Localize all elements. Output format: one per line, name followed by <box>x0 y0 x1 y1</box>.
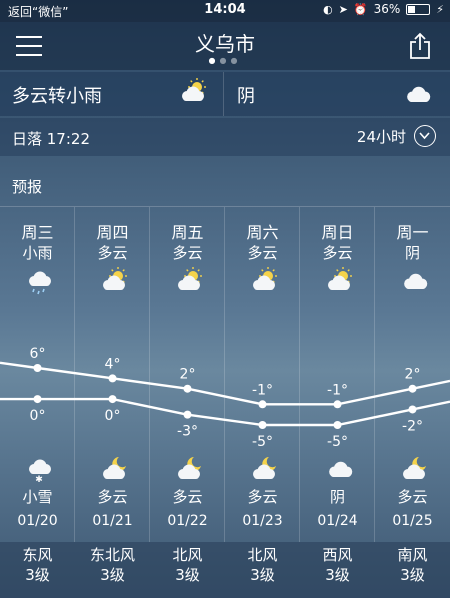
forecast-date: 01/22 <box>167 513 208 529</box>
page-indicator[interactable]: ●●● <box>0 56 450 65</box>
low-temp-point <box>408 405 417 414</box>
hourly-toggle-button[interactable]: 24小时 <box>357 125 436 147</box>
share-icon <box>410 32 430 59</box>
low-temp-line <box>0 397 450 427</box>
city-title: 义乌市 <box>195 32 255 56</box>
sun-info-row: 日落 17:22 24小时 <box>0 118 450 156</box>
forecast-night-weather: 多云 <box>247 488 278 506</box>
low-temp-label: -2° <box>402 418 423 434</box>
forecast-date: 01/20 <box>17 513 58 529</box>
low-temp-point <box>33 395 42 404</box>
battery-icon <box>406 3 431 15</box>
forecast-wind-level: 3级 <box>100 566 125 584</box>
sunset-time: 日落 17:22 <box>12 130 90 148</box>
location-arrow-icon: ➤ <box>338 2 348 16</box>
partly-cloudy-night-icon <box>399 455 429 487</box>
forecast-wind-direction: 南风 <box>397 546 428 564</box>
forecast-wind-level: 3级 <box>400 566 425 584</box>
forecast-wind-direction: 东北风 <box>89 546 135 564</box>
low-temp-label: 0° <box>30 408 46 424</box>
page-dot-active: ● <box>208 56 220 65</box>
high-temp-label: 6° <box>30 346 46 362</box>
forecast-date: 01/23 <box>242 513 283 529</box>
partly-cloudy-icon <box>178 78 208 110</box>
forecast-night-weather: 阴 <box>329 488 345 506</box>
forecast-date: 01/21 <box>92 513 133 529</box>
high-temp-label: 2° <box>405 367 421 383</box>
forecast-wind-direction: 北风 <box>172 546 203 564</box>
chevron-down-icon <box>414 125 436 147</box>
high-temp-point <box>258 400 267 409</box>
battery-percentage: 36% <box>373 2 401 16</box>
nav-bar: 义乌市 ●●● <box>0 22 450 70</box>
high-temp-point <box>183 384 192 393</box>
today-day-panel: 多云转小雨 <box>0 72 224 116</box>
partly-cloudy-night-icon <box>249 455 279 487</box>
forecast-wind-level: 3级 <box>250 566 275 584</box>
high-temp-label: -1° <box>327 382 348 398</box>
forecast-wind-direction: 北风 <box>247 546 278 564</box>
low-temp-point <box>108 395 117 404</box>
high-temp-label: 2° <box>180 367 196 383</box>
forecast-title: 预报 <box>12 178 43 196</box>
low-temp-point <box>258 421 267 429</box>
cloudy-icon <box>324 455 354 487</box>
forecast-wind-level: 3级 <box>325 566 350 584</box>
high-temp-point <box>408 384 417 393</box>
low-temp-label: -5° <box>252 434 273 450</box>
battery-fill <box>408 5 416 13</box>
page-dot: ● <box>219 56 231 65</box>
low-temp-label: -3° <box>177 424 198 440</box>
forecast-wind-direction: 东风 <box>22 546 53 564</box>
forecast-date: 01/24 <box>317 513 358 529</box>
share-button[interactable] <box>408 32 432 60</box>
svg-text:✱: ✱ <box>35 475 43 483</box>
hourly-toggle-label: 24小时 <box>356 127 406 146</box>
forecast-night-weather: 小雪 <box>22 488 53 506</box>
forecast-wind-level: 3级 <box>25 566 50 584</box>
low-temp-point <box>183 410 192 419</box>
cloudy-icon <box>402 80 432 112</box>
low-temp-label: 0° <box>105 408 121 424</box>
low-temp-label: -5° <box>327 434 348 450</box>
status-indicators: ◐ ➤ ⏰ 36% ⚡ <box>323 2 444 16</box>
alarm-icon: ⏰ <box>353 2 368 16</box>
low-temp-point <box>333 421 342 429</box>
forecast-wind-level: 3级 <box>175 566 200 584</box>
high-temp-point <box>108 374 117 383</box>
page-dot: ● <box>230 56 242 65</box>
light-snow-icon: ✱ <box>24 455 54 487</box>
today-night-weather: 阴 <box>237 86 255 107</box>
temperature-chart: 6° 4° 2° -1° -1° 2° 0° 0° -3° -5° -5° -2° <box>0 346 450 450</box>
forecast-date: 01/25 <box>392 513 433 529</box>
status-bar: 返回“微信” 14:04 ◐ ➤ ⏰ 36% ⚡ <box>0 0 450 22</box>
today-day-weather: 多云转小雨 <box>12 86 102 107</box>
charging-bolt-icon: ⚡ <box>436 2 444 16</box>
partly-cloudy-night-icon <box>174 455 204 487</box>
high-temp-point <box>333 400 342 409</box>
forecast-night-weather: 多云 <box>397 488 428 506</box>
forecast-wind-direction: 西风 <box>322 546 353 564</box>
high-temp-point <box>33 364 42 372</box>
orientation-lock-icon: ◐ <box>323 2 333 16</box>
high-temp-label: -1° <box>252 382 273 398</box>
today-summary[interactable]: 多云转小雨 阴 <box>0 72 450 116</box>
forecast-night-weather: 多云 <box>97 488 128 506</box>
high-temp-label: 4° <box>105 356 121 372</box>
partly-cloudy-night-icon <box>99 455 129 487</box>
forecast-night-weather: 多云 <box>172 488 203 506</box>
